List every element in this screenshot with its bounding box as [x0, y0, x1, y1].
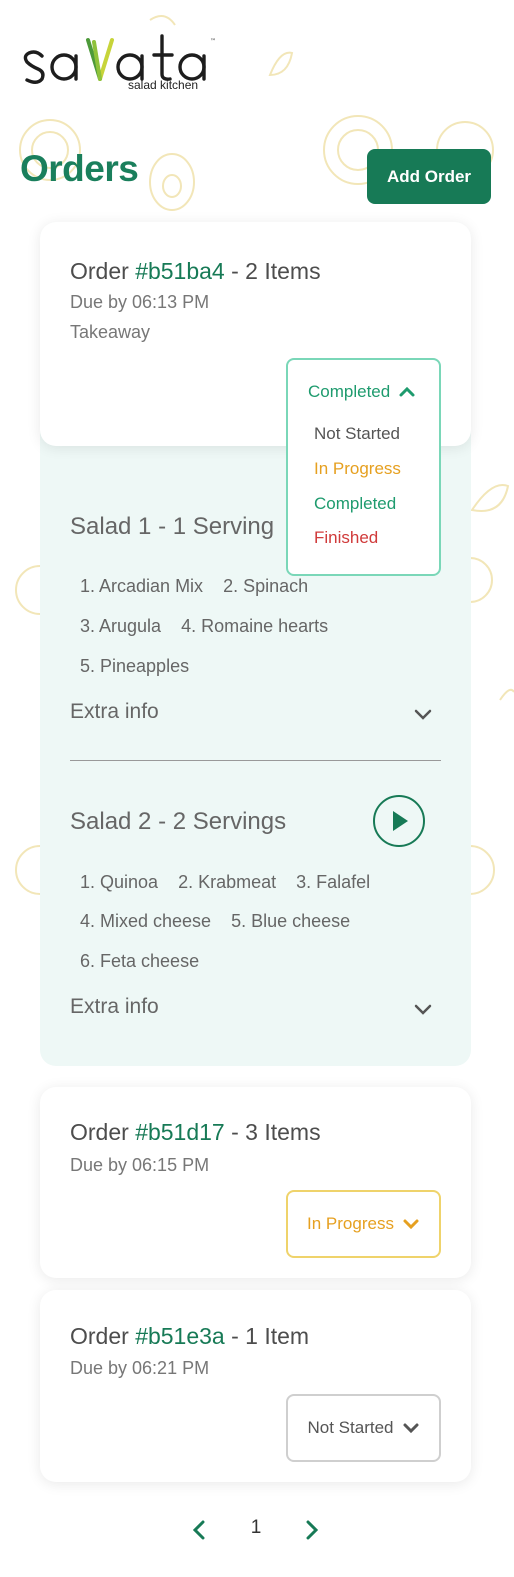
logo-trademark: ™	[210, 38, 216, 45]
order-prefix: Order	[70, 1323, 136, 1349]
chevron-up-icon	[399, 386, 415, 397]
add-order-button[interactable]: Add Order	[367, 149, 491, 204]
chevron-right-icon[interactable]	[299, 1518, 323, 1542]
order-prefix: Order	[70, 1119, 136, 1145]
ingredient: 4. Romaine hearts	[181, 616, 329, 636]
ingredient-row: 1. Arcadian Mix 2. Spinach	[80, 576, 328, 597]
status-current: In Progress	[307, 1214, 394, 1233]
order-title: Order #b51e3a - 1 Item	[70, 1323, 309, 1350]
order-due-time: Due by 06:13 PM	[70, 292, 210, 312]
status-dropdown-toggle[interactable]: In Progress	[286, 1190, 441, 1258]
status-dropdown-toggle[interactable]: Completed	[308, 382, 416, 402]
order-item-count: - 3 Items	[224, 1119, 321, 1145]
order-due-time: Due by 06:15 PM	[70, 1155, 210, 1175]
ingredient: 5. Pineapples	[80, 656, 190, 676]
status-option-not-started[interactable]: Not Started	[314, 424, 400, 444]
ingredient: 4. Mixed cheese	[80, 911, 212, 931]
order-card[interactable]: Order #b51d17 - 3 Items Due by 06:15 PM …	[40, 1087, 471, 1278]
chevron-down-icon[interactable]	[412, 703, 434, 725]
order-item-count: - 1 Item	[224, 1323, 310, 1349]
logo-tagline: salad kitchen	[128, 78, 199, 92]
order-prefix: Order	[70, 258, 136, 284]
ingredient-row: 5. Pineapples	[80, 656, 209, 677]
order-id: #b51d17	[135, 1119, 225, 1145]
page-title: Orders	[20, 148, 139, 189]
salad-title: Salad 1 - 1 Serving	[70, 513, 275, 540]
ingredient: 3. Arugula	[80, 616, 162, 636]
order-id: #b51e3a	[135, 1323, 225, 1349]
chevron-down-icon	[403, 1423, 418, 1434]
order-due-time: Due by 06:21 PM	[70, 1358, 210, 1378]
start-salad-button[interactable]	[373, 795, 425, 847]
salad-title: Salad 2 - 2 Servings	[70, 808, 287, 835]
status-current: Not Started	[307, 1418, 394, 1437]
order-mode: Takeaway	[70, 322, 151, 342]
ingredient: 2. Krabmeat	[178, 872, 277, 892]
chevron-left-icon[interactable]	[188, 1518, 212, 1542]
play-icon	[393, 811, 408, 831]
status-option-completed[interactable]: Completed	[314, 494, 396, 514]
order-item-count: - 2 Items	[224, 258, 321, 284]
status-dropdown-toggle[interactable]: Not Started	[286, 1394, 441, 1462]
order-id: #b51ba4	[135, 258, 225, 284]
extra-info-toggle[interactable]: Extra info	[70, 995, 159, 1019]
page-number[interactable]: 1	[244, 1517, 268, 1539]
salata-logo: salad kitchen ™	[20, 22, 220, 94]
ingredient-row: 3. Arugula 4. Romaine hearts	[80, 616, 348, 637]
ingredient: 1. Arcadian Mix	[80, 576, 204, 596]
status-option-finished[interactable]: Finished	[314, 528, 378, 548]
status-current: Completed	[308, 382, 391, 401]
extra-info-toggle[interactable]: Extra info	[70, 700, 159, 724]
ingredient: 5. Blue cheese	[231, 911, 351, 931]
ingredient-row: 6. Feta cheese	[80, 951, 219, 972]
ingredient-row: 1. Quinoa 2. Krabmeat 3. Falafel	[80, 872, 390, 893]
order-title: Order #b51d17 - 3 Items	[70, 1119, 321, 1146]
status-option-in-progress[interactable]: In Progress	[314, 459, 401, 479]
status-dropdown[interactable]: Completed Not Started In Progress Comple…	[286, 358, 441, 576]
ingredient-row: 4. Mixed cheese 5. Blue cheese	[80, 911, 370, 932]
salad-divider	[70, 760, 441, 761]
ingredient: 6. Feta cheese	[80, 951, 200, 971]
ingredient: 1. Quinoa	[80, 872, 159, 892]
ingredient: 3. Falafel	[296, 872, 371, 892]
order-title: Order #b51ba4 - 2 Items	[70, 258, 321, 285]
chevron-down-icon	[403, 1219, 419, 1230]
pagination: 1	[0, 1512, 514, 1548]
ingredient: 2. Spinach	[223, 576, 309, 596]
chevron-down-icon[interactable]	[412, 998, 434, 1020]
order-card[interactable]: Order #b51e3a - 1 Item Due by 06:21 PM N…	[40, 1290, 471, 1482]
